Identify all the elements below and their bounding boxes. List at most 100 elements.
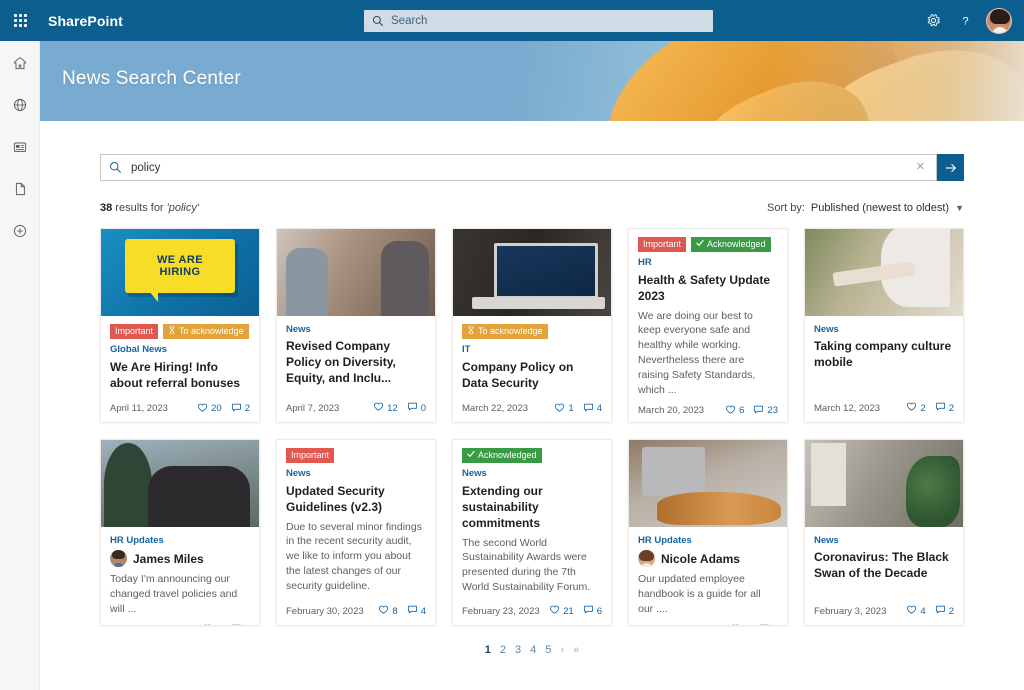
heart-icon	[378, 604, 389, 618]
news-results-grid: WE ARE HIRING Important To acknowledge Globa…	[100, 228, 964, 626]
like-stat[interactable]: 6	[725, 404, 744, 418]
like-stat[interactable]: 1	[554, 402, 574, 416]
news-card-stats: 12 0	[373, 401, 426, 415]
author-name: Nicole Adams	[661, 551, 740, 566]
news-card-body: HR Updates Nicole Adams Our updated employ…	[629, 527, 787, 626]
news-card[interactable]: WE ARE HIRING Important To acknowledge Globa…	[100, 228, 260, 423]
news-card[interactable]: HR Updates Nicole Adams Our updated employ…	[628, 439, 788, 626]
sidebar-item-page[interactable]	[6, 177, 34, 205]
comment-stat[interactable]: 23	[753, 404, 778, 418]
like-count: 8	[392, 605, 398, 617]
comment-stat[interactable]: 0	[231, 623, 250, 626]
pagination-next-icon[interactable]: ›	[560, 644, 564, 656]
pagination-page-4[interactable]: 4	[530, 644, 536, 656]
like-count: 6	[739, 405, 745, 417]
comment-stat[interactable]: 2	[935, 604, 954, 618]
news-card-title[interactable]: Extending our sustainability commitments	[462, 484, 602, 532]
suite-search-input[interactable]	[391, 15, 705, 27]
pagination-page-3[interactable]: 3	[515, 644, 521, 656]
news-card-thumbnail: WE ARE HIRING	[101, 229, 259, 316]
heart-icon	[554, 402, 565, 416]
like-count: 4	[920, 605, 926, 617]
suite-search-box[interactable]	[364, 10, 713, 32]
news-card[interactable]: Important Acknowledged HR Health & Safety U…	[628, 228, 788, 423]
news-card[interactable]: News Revised Company Policy on Diversity,…	[276, 228, 436, 423]
news-card[interactable]: To acknowledge IT Company Policy on Data S…	[452, 228, 612, 423]
heart-icon	[202, 623, 213, 625]
sidebar-item-create[interactable]	[6, 219, 34, 247]
news-card-title[interactable]: Health & Safety Update 2023	[638, 273, 778, 305]
comment-stat[interactable]: 9	[759, 623, 778, 626]
search-submit-button[interactable]	[937, 154, 964, 181]
comment-stat[interactable]: 2	[935, 401, 954, 415]
search-input[interactable]	[131, 161, 913, 174]
heart-icon	[197, 402, 208, 416]
comment-stat[interactable]: 2	[231, 402, 250, 416]
page-title: News Search Center	[62, 68, 241, 89]
news-card[interactable]: Acknowledged News Extending our sustainabi…	[452, 439, 612, 626]
news-card-title[interactable]: We Are Hiring! Info about referral bonus…	[110, 360, 250, 392]
like-stat[interactable]: 8	[378, 604, 398, 618]
app-launcher-icon[interactable]	[0, 0, 41, 41]
sidebar-item-globe[interactable]	[6, 93, 34, 121]
like-count: 20	[211, 403, 222, 415]
like-stat[interactable]: 4	[202, 623, 222, 626]
news-card-category[interactable]: News	[814, 324, 954, 335]
sidebar-item-news[interactable]	[6, 135, 34, 163]
like-stat[interactable]: 21	[549, 604, 574, 618]
status-badge: Important	[286, 448, 335, 464]
news-card-category[interactable]: News	[814, 535, 954, 546]
globe-icon	[12, 97, 28, 118]
search-icon	[372, 15, 384, 27]
comment-stat[interactable]: 6	[583, 604, 602, 618]
news-card[interactable]: HR Updates James Miles Today I'm announcin…	[100, 439, 260, 626]
news-card-category[interactable]: HR	[638, 257, 778, 268]
news-card-body: Acknowledged News Extending our sustainabi…	[453, 440, 611, 625]
suite-title[interactable]: SharePoint	[48, 13, 123, 29]
status-badge: Acknowledged	[462, 448, 542, 464]
news-card-category[interactable]: IT	[462, 344, 602, 355]
check-icon	[467, 450, 475, 461]
like-stat[interactable]: 12	[373, 401, 398, 415]
news-card-category[interactable]: HR Updates	[110, 535, 250, 546]
news-card-stats: 29	[730, 623, 778, 626]
search-box[interactable]: ✕	[100, 154, 937, 181]
pagination-page-1[interactable]: 1	[485, 644, 491, 656]
search-icon	[109, 161, 122, 174]
news-card-title[interactable]: Company Policy on Data Security	[462, 360, 602, 392]
news-card-stats: 21 6	[549, 604, 602, 618]
like-stat[interactable]: 2	[730, 623, 750, 626]
news-card-category[interactable]: Global News	[110, 344, 250, 355]
like-stat[interactable]: 2	[906, 401, 926, 415]
pagination-page-5[interactable]: 5	[545, 644, 551, 656]
news-card-category[interactable]: News	[286, 468, 426, 479]
help-icon[interactable]: ?	[950, 0, 980, 41]
news-card[interactable]: Important News Updated Security Guidelines…	[276, 439, 436, 626]
sort-dropdown[interactable]: Sort by: Published (newest to oldest) ▼	[767, 202, 964, 214]
pagination-last-icon[interactable]: »	[573, 644, 579, 656]
news-card-title[interactable]: Updated Security Guidelines (v2.3)	[286, 484, 426, 516]
sidebar-item-home[interactable]	[6, 51, 34, 79]
news-card[interactable]: News Taking company culture mobile March 1…	[804, 228, 964, 423]
comment-stat[interactable]: 4	[583, 402, 602, 416]
news-card-category[interactable]: News	[462, 468, 602, 479]
news-card-date: February 3, 2023	[814, 605, 887, 617]
news-card-title[interactable]: Taking company culture mobile	[814, 339, 954, 371]
news-card[interactable]: News Coronavirus: The Black Swan of the D…	[804, 439, 964, 626]
avatar[interactable]	[986, 7, 1012, 34]
like-stat[interactable]: 20	[197, 402, 222, 416]
comment-icon	[407, 604, 418, 618]
news-card-footer: March 20, 2023 6 23	[638, 398, 778, 418]
news-card-title[interactable]: Coronavirus: The Black Swan of the Decad…	[814, 550, 954, 582]
pagination-page-2[interactable]: 2	[500, 644, 506, 656]
gear-icon[interactable]	[918, 0, 948, 41]
news-icon	[12, 139, 28, 160]
page-icon	[12, 181, 28, 202]
clear-icon[interactable]: ✕	[913, 162, 928, 173]
news-card-title[interactable]: Revised Company Policy on Diversity, Equ…	[286, 339, 426, 387]
news-card-category[interactable]: News	[286, 324, 426, 335]
comment-stat[interactable]: 4	[407, 604, 426, 618]
like-stat[interactable]: 4	[906, 604, 926, 618]
news-card-category[interactable]: HR Updates	[638, 535, 778, 546]
comment-stat[interactable]: 0	[407, 401, 426, 415]
